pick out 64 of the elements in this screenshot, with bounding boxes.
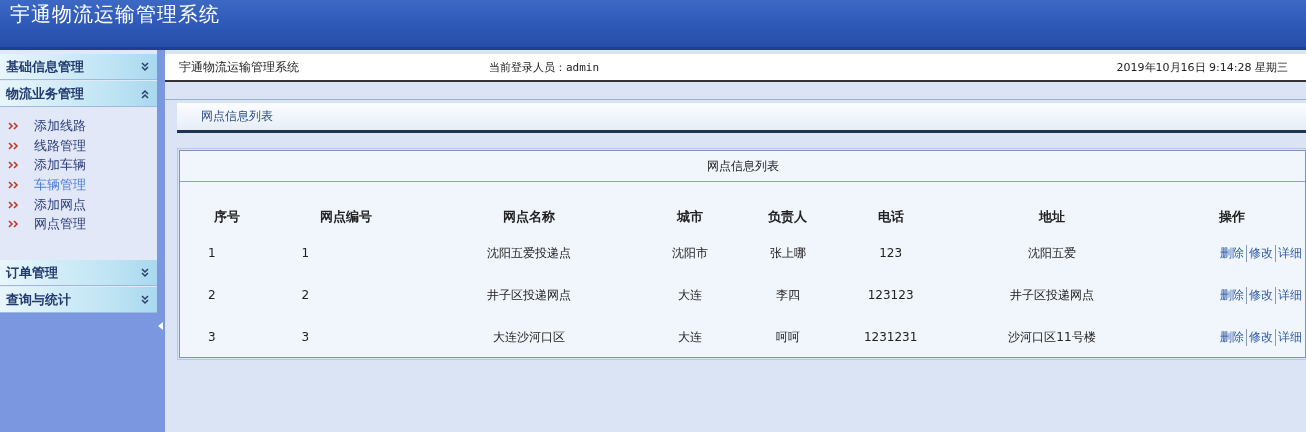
table-cell-text: 张上哪 <box>768 244 807 262</box>
menu-section-header[interactable]: 物流业务管理 <box>0 81 157 107</box>
tab[interactable]: 网点信息列表 <box>201 108 273 125</box>
table-cell-text: 1231231 <box>862 329 919 346</box>
table-cell-text: 井子区投递网点 <box>486 286 573 304</box>
table-cell-text: 李四 <box>774 286 801 304</box>
action-link[interactable]: 修改 <box>1246 244 1275 262</box>
table-cell-text: 2 <box>207 287 217 304</box>
action-link[interactable]: 删除 <box>1218 286 1246 304</box>
column-header: 负责人 <box>767 208 809 226</box>
menu-section-header[interactable]: 基础信息管理 <box>0 54 157 80</box>
chevron-down-icon <box>139 293 151 306</box>
column-header: 网点名称 <box>502 208 557 226</box>
action-link[interactable]: 修改 <box>1246 328 1275 346</box>
collapse-arrow-icon[interactable] <box>158 322 164 330</box>
table-cell-text: 沙河口区11号楼 <box>1007 328 1097 346</box>
action-link[interactable]: 删除 <box>1218 328 1246 346</box>
action-link[interactable]: 详细 <box>1275 286 1304 304</box>
menu-item[interactable]: 线路管理 <box>34 136 86 155</box>
table-cell-text: 呵呵 <box>774 328 801 346</box>
double-arrow-icon <box>8 220 20 229</box>
chevron-up-icon <box>139 87 151 100</box>
action-link[interactable]: 详细 <box>1275 244 1304 262</box>
column-header: 网点编号 <box>318 208 373 226</box>
table-cell-text: 大连 <box>677 328 704 346</box>
action-link[interactable]: 详细 <box>1275 328 1304 346</box>
table-cell-text: 沈阳五爱 <box>1026 244 1077 262</box>
menu-item[interactable]: 添加线路 <box>34 116 86 135</box>
table-cell-text: 井子区投递网点 <box>1008 286 1095 304</box>
chevron-down-icon <box>139 266 151 279</box>
table-cell-text: 1 <box>207 245 217 262</box>
column-header: 地址 <box>1037 208 1066 226</box>
app-title: 宇通物流运输管理系统 <box>10 1 220 28</box>
table-cell-text: 2 <box>300 287 311 304</box>
menu-section-header[interactable]: 查询与统计 <box>0 287 157 314</box>
menu-section-header[interactable]: 订单管理 <box>0 260 157 287</box>
table-cell-text: 沈阳五爱投递点 <box>486 244 573 262</box>
table-cell-text: 大连 <box>677 286 704 304</box>
double-arrow-icon <box>8 161 20 170</box>
table-cell-text: 123123 <box>866 287 915 304</box>
menu-item[interactable]: 添加网点 <box>34 195 86 214</box>
table-cell-text: 3 <box>207 329 217 346</box>
column-header: 操作 <box>1217 208 1246 226</box>
table-cell-text: 沈阳市 <box>671 244 710 262</box>
column-header: 序号 <box>212 208 241 226</box>
menu-item[interactable]: 添加车辆 <box>34 156 86 175</box>
double-arrow-icon <box>8 180 20 189</box>
table-cell-text: 大连沙河口区 <box>492 328 567 346</box>
action-link[interactable]: 修改 <box>1246 286 1275 304</box>
table-cell-text: 1 <box>300 245 311 262</box>
action-link[interactable]: 删除 <box>1218 244 1246 262</box>
datetime: 2019年10月16日 9:14:28 星期三 <box>1116 59 1288 75</box>
double-arrow-icon <box>8 200 20 209</box>
column-header: 城市 <box>675 208 705 226</box>
table-cell-text: 3 <box>300 329 311 346</box>
column-header: 电话 <box>876 208 905 226</box>
login-user: 当前登录人员：admin <box>489 59 601 75</box>
double-arrow-icon <box>8 121 20 130</box>
table-cell-text: 123 <box>878 245 904 262</box>
double-arrow-icon <box>8 141 20 150</box>
menu-item[interactable]: 网点管理 <box>34 215 86 234</box>
table-caption: 网点信息列表 <box>180 151 1305 182</box>
system-name: 宇通物流运输管理系统 <box>179 58 300 76</box>
chevron-down-icon <box>139 60 151 73</box>
